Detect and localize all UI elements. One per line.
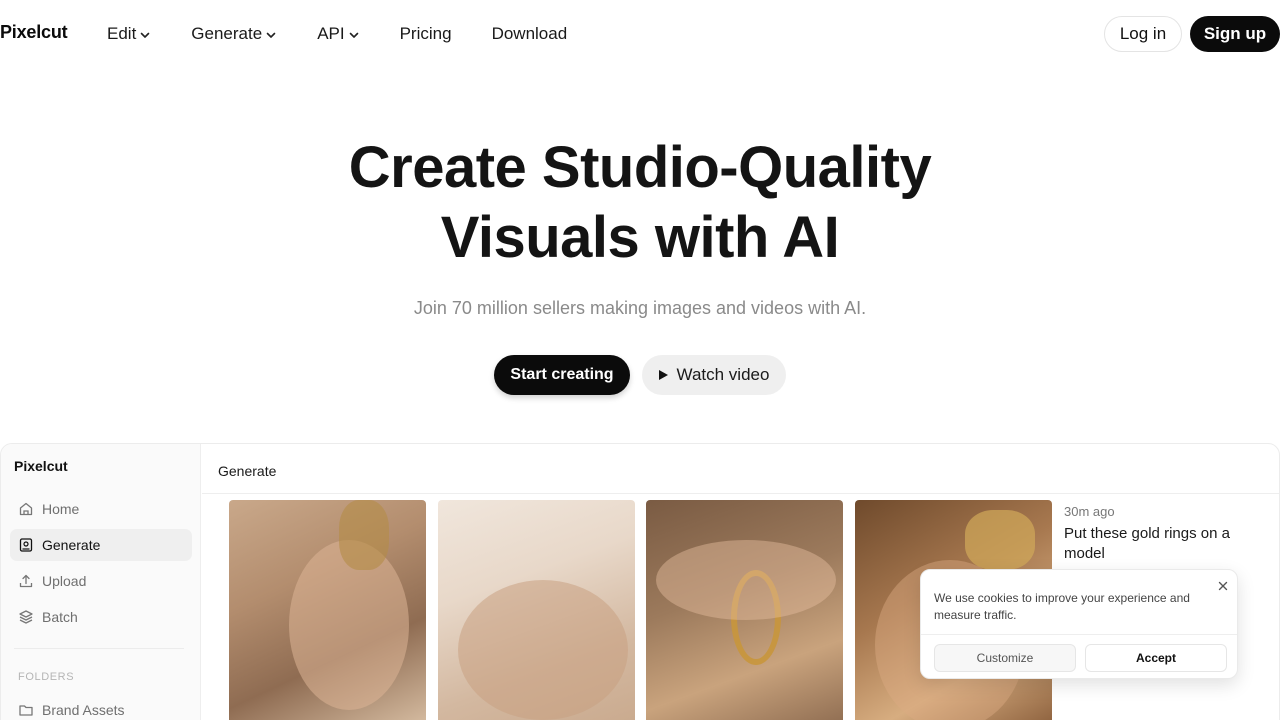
layers-icon <box>19 610 33 624</box>
generate-icon <box>19 538 33 552</box>
sidebar-item-label: Upload <box>42 573 87 589</box>
sidebar-item-label: Home <box>42 501 80 517</box>
hero-subtitle: Join 70 million sellers making images an… <box>413 298 867 318</box>
cookie-accept-button[interactable]: Accept <box>1085 644 1227 672</box>
sidebar-divider <box>14 648 184 649</box>
sidebar-item-upload[interactable]: Upload <box>10 565 192 597</box>
generated-image-2[interactable] <box>438 500 635 720</box>
cookie-customize-button[interactable]: Customize <box>934 644 1076 672</box>
generated-image-1[interactable] <box>229 500 426 720</box>
play-icon <box>658 370 668 380</box>
app-brand: Pixelcut <box>14 458 68 474</box>
chevron-down-icon <box>266 32 276 38</box>
nav-item-label: Generate <box>191 24 263 43</box>
chevron-down-icon <box>140 32 150 38</box>
folders-heading: FOLDERS <box>18 671 75 683</box>
start-creating-button[interactable]: Start creating <box>494 355 630 395</box>
top-nav: Pixelcut Edit Generate API Pricing Downl… <box>0 0 1280 68</box>
main-header: Generate <box>202 444 1279 494</box>
nav-item-label: API <box>317 24 345 43</box>
sidebar-item-generate[interactable]: Generate <box>10 529 192 561</box>
generated-image-3[interactable] <box>646 500 843 720</box>
nav-item-pricing[interactable]: Pricing <box>400 24 452 44</box>
nav-item-edit[interactable]: Edit <box>107 24 151 44</box>
chevron-down-icon <box>349 32 358 38</box>
sidebar-item-label: Generate <box>42 537 101 553</box>
hero-title-line-1: Create Studio-Quality <box>348 135 932 200</box>
upload-icon <box>19 574 33 588</box>
home-icon <box>19 502 33 516</box>
cookie-banner: We use cookies to improve your experienc… <box>920 569 1238 679</box>
sidebar-item-label: Batch <box>42 609 78 625</box>
nav-item-label: Edit <box>107 24 137 43</box>
generation-timestamp: 30m ago <box>1064 504 1115 519</box>
main-menu: Edit Generate API Pricing Download <box>107 24 607 44</box>
cookie-message: We use cookies to improve your experienc… <box>934 591 1190 622</box>
nav-item-label: Pricing <box>399 24 452 43</box>
logo[interactable]: Pixelcut <box>0 22 68 43</box>
nav-item-label: Download <box>491 24 568 43</box>
nav-item-api[interactable]: API <box>317 24 359 44</box>
hero-title: Create Studio-Quality Visuals with AI <box>0 133 1280 273</box>
watch-video-label: Watch video <box>676 365 770 384</box>
hero-title-line-2: Visuals with AI <box>440 205 840 270</box>
folder-item-brand-assets[interactable]: Brand Assets <box>10 694 192 720</box>
sidebar-item-home[interactable]: Home <box>10 493 192 525</box>
generation-prompt: Put these gold rings on a model <box>1064 525 1230 562</box>
watch-video-button[interactable]: Watch video <box>642 355 786 395</box>
login-button[interactable]: Log in <box>1104 16 1182 52</box>
signup-button[interactable]: Sign up <box>1190 16 1280 52</box>
close-icon[interactable] <box>1216 579 1230 593</box>
sidebar-item-batch[interactable]: Batch <box>10 601 192 633</box>
nav-item-generate[interactable]: Generate <box>191 24 277 44</box>
nav-item-download[interactable]: Download <box>492 24 568 44</box>
folder-item-label: Brand Assets <box>42 702 125 718</box>
folder-icon <box>19 705 33 716</box>
app-sidebar: Pixelcut Home Generate Upload Batch FOLD… <box>1 444 201 720</box>
cookie-divider <box>921 634 1237 635</box>
main-title: Generate <box>218 463 277 479</box>
